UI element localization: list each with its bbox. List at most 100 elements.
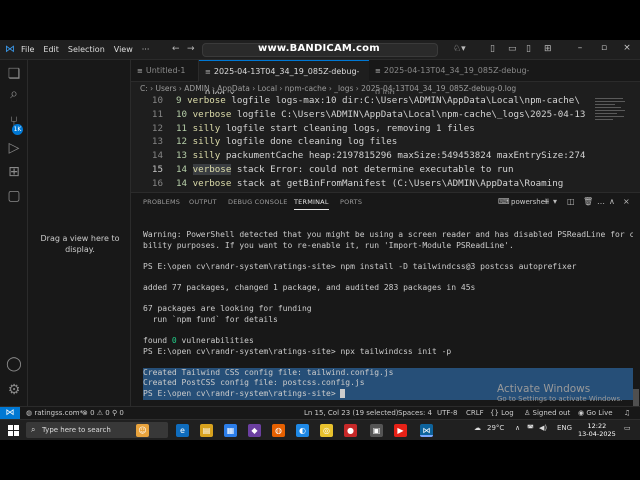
more-actions-icon[interactable]: … (597, 197, 605, 206)
notification-center-icon[interactable]: ▭ (624, 424, 631, 432)
close-panel-icon[interactable]: × (623, 197, 630, 206)
log-text: logfile done cleaning log files (225, 136, 398, 148)
status-golive[interactable]: ◉ Go Live (578, 409, 613, 417)
system-clock[interactable]: 12:22 13-04-2025 (578, 422, 616, 438)
remote-explorer-icon[interactable]: ▢ (4, 186, 24, 206)
file-explorer-icon[interactable]: ▤ (200, 424, 213, 437)
edge-icon[interactable]: e (176, 424, 189, 437)
app-icon[interactable]: ◆ (248, 424, 261, 437)
menu-more[interactable]: ··· (142, 45, 150, 54)
line-number: 14 (151, 150, 163, 162)
letterbox-top (0, 0, 640, 40)
editor[interactable]: 10 9 verbose logfile logs-max:10 dir:C:\U… (131, 94, 640, 190)
network-icon[interactable]: ◚ (527, 424, 534, 432)
toggle-sidebar-icon[interactable]: ▯ (490, 44, 495, 54)
status-site[interactable]: ◍ ratingss.com* (26, 409, 83, 417)
log-level: verbose (192, 108, 232, 120)
menu-file[interactable]: File (21, 45, 34, 54)
activity-bar: ❏ ⌕ ⑂ 1K ▷ ⊞ ▢ ◯ ⚙ (0, 60, 28, 408)
status-language[interactable]: {} Log (490, 409, 514, 417)
app-icon-2[interactable]: ◐ (296, 424, 309, 437)
menu-edit[interactable]: Edit (43, 45, 59, 54)
clock-time: 12:22 (587, 422, 607, 430)
maximize-panel-icon[interactable]: ∧ (609, 197, 615, 206)
terminal-output[interactable]: Warning: PowerShell detected that you mi… (143, 230, 633, 400)
news-widget-icon[interactable]: ☺ (136, 424, 149, 437)
log-index: 12 (176, 136, 188, 148)
tab-problems[interactable]: PROBLEMS (143, 198, 180, 206)
tab-output[interactable]: OUTPUT (189, 198, 217, 206)
tab-debug-console[interactable]: DEBUG CONSOLE (228, 198, 288, 206)
account-icon[interactable]: ◯ (4, 354, 24, 374)
account-label: Signed out (532, 409, 571, 417)
toggle-secondary-sidebar-icon[interactable]: ▯ (526, 44, 531, 54)
tab-debug-log-2[interactable]: ≡ 2025-04-13T04_34_19_085Z-debug-0.log (369, 60, 534, 97)
volume-icon[interactable]: ◀) (539, 424, 547, 432)
firefox-icon[interactable]: ◍ (272, 424, 285, 437)
search-icon[interactable]: ⌕ (4, 84, 24, 104)
minimap-line (595, 110, 625, 111)
chrome-icon[interactable]: ◎ (320, 424, 333, 437)
extensions-icon[interactable]: ⊞ (4, 162, 24, 182)
toggle-panel-icon[interactable]: ▭ (508, 44, 517, 54)
status-indentation[interactable]: Spaces: 4 (398, 409, 432, 417)
log-level: verbose (192, 177, 232, 189)
forward-arrow-icon[interactable]: → (187, 44, 195, 54)
log-file-icon: ≡ (205, 68, 211, 76)
status-encoding[interactable]: UTF-8 (437, 409, 457, 417)
vscode-window: ⋈ File Edit Selection View ··· ← → www.B… (0, 40, 640, 440)
status-problems[interactable]: ⊗ 0 ⚠ 0 (82, 409, 110, 417)
status-account[interactable]: ♙ Signed out (524, 409, 570, 417)
line-number: 15 (151, 164, 163, 175)
minimap[interactable] (591, 94, 629, 190)
log-level: silly (192, 150, 221, 162)
windows-start-icon[interactable] (8, 425, 19, 436)
log-text: packumentCache heap:2197815296 maxSize:5… (225, 150, 586, 162)
search-placeholder: Type here to search (42, 426, 111, 434)
customize-layout-icon[interactable]: ⊞ (544, 44, 552, 54)
status-cursor-position[interactable]: Ln 15, Col 23 (19 selected) (304, 409, 399, 417)
weather-icon[interactable]: ☁ (474, 424, 481, 432)
split-terminal-icon[interactable]: ◫ (567, 197, 575, 206)
terminal-dropdown-icon[interactable]: ▾ (553, 197, 557, 206)
line-number: 10 (151, 95, 163, 106)
app-icon-3[interactable]: ▣ (370, 424, 383, 437)
notifications-bell-icon[interactable]: ♫ (624, 409, 630, 417)
sidebar: Drag a view here to display. (28, 60, 131, 408)
minimap-line (595, 107, 621, 108)
back-arrow-icon[interactable]: ← (172, 44, 180, 54)
kill-terminal-icon[interactable]: 🗑 (583, 197, 593, 206)
code-line: 11 10 verbose logfile C:\Users\ADMIN\AppD… (131, 108, 591, 122)
log-text: stack Error: could not determine executa… (236, 164, 514, 175)
status-ports[interactable]: ⚲ 0 (112, 409, 124, 417)
log-level: silly (192, 136, 221, 148)
close-window-icon[interactable]: × (620, 43, 634, 53)
tab-terminal[interactable]: TERMINAL (294, 198, 329, 210)
tab-debug-log[interactable]: ≡2025-04-13T04_34_19_085Z-debug-0.log× (199, 60, 369, 98)
menu-selection[interactable]: Selection (68, 45, 105, 54)
breadcrumb[interactable]: C: › Users › ADMIN › AppData › Local › n… (140, 84, 516, 93)
tab-ports[interactable]: PORTS (340, 198, 362, 206)
menu-view[interactable]: View (114, 45, 133, 54)
weather-temp[interactable]: 29°C (487, 424, 504, 432)
vscode-taskbar-icon[interactable]: ⋈ (420, 424, 433, 437)
run-debug-icon[interactable]: ▷ (4, 138, 24, 158)
manage-gear-icon[interactable]: ⚙ (4, 380, 24, 400)
explorer-icon[interactable]: ❏ (4, 64, 24, 84)
status-eol[interactable]: CRLF (466, 409, 484, 417)
log-text: logfile logs-max:10 dir:C:\Users\ADMIN\A… (231, 95, 580, 106)
tab-untitled-1[interactable]: ≡ Untitled-1 (131, 60, 199, 82)
store-icon[interactable]: ▦ (224, 424, 237, 437)
youtube-icon[interactable]: ▶ (394, 424, 407, 437)
record-icon[interactable]: ● (344, 424, 357, 437)
restore-icon[interactable]: ▫ (597, 43, 611, 53)
tray-expand-icon[interactable]: ∧ (515, 424, 520, 432)
new-terminal-icon[interactable]: + (543, 197, 550, 206)
language-indicator[interactable]: ENG (557, 424, 572, 432)
minimize-icon[interactable]: – (573, 43, 587, 53)
log-text: logfile C:\Users\ADMIN\AppData\Local\npm… (236, 108, 586, 120)
terminal-line: run `npm fund` for details (143, 314, 278, 324)
copilot-icon[interactable]: ♘▾ (453, 44, 466, 54)
